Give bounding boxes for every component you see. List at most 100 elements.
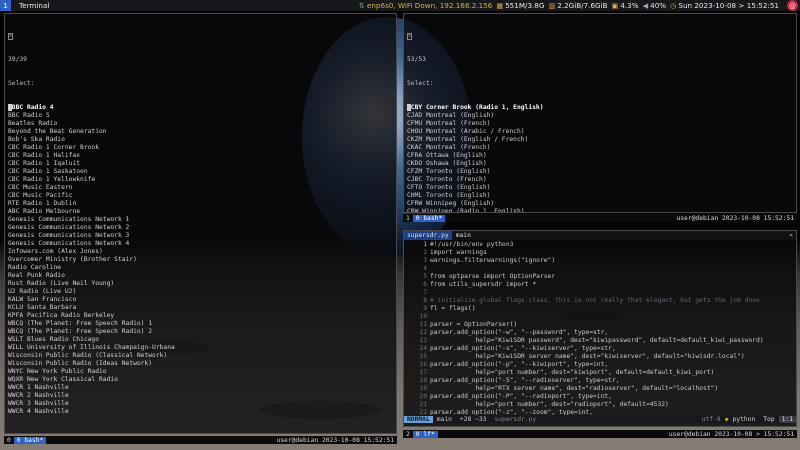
- station-list-item[interactable]: CKAC Montreal (French): [407, 144, 793, 152]
- tmux-window-tab[interactable]: 0 bash*: [13, 436, 47, 444]
- station-list-item[interactable]: CBC Radio 1 Yellowknife: [8, 176, 393, 184]
- code-line[interactable]: 14 parser.add_option("-s", "--kiwiserver"…: [404, 345, 796, 353]
- line-text: from optparse import OptionParser: [430, 273, 556, 280]
- station-list-item[interactable]: RTE Radio 1 Dublin: [8, 200, 393, 208]
- terminal-pane-right[interactable]: > 53/53 Select: CBY Corner Brook (Radio …: [403, 13, 797, 213]
- code-line[interactable]: 17 help="port number", dest="kiwiport", …: [404, 369, 796, 377]
- station-list-item[interactable]: U2 Radio (Live U2): [8, 288, 393, 296]
- station-list-item[interactable]: Beyond the Beat Generation: [8, 128, 393, 136]
- code-line[interactable]: 21 help="port number", dest="radioport",…: [404, 401, 796, 409]
- station-list-item[interactable]: CFTO Toronto (English): [407, 184, 793, 192]
- station-list-item[interactable]: Bob's Ska Radio: [8, 136, 393, 144]
- station-list-item[interactable]: CBW Winnipeg (Radio 1, English): [407, 208, 793, 212]
- code-line[interactable]: 3 warnings.filterwarnings("ignore"): [404, 257, 796, 265]
- station-list-item[interactable]: BBC Radio 4: [8, 104, 393, 112]
- station-list-item[interactable]: CFMU Montreal (French): [407, 120, 793, 128]
- station-list-item[interactable]: CFRA Ottawa (English): [407, 152, 793, 160]
- station-list-item[interactable]: Wisconsin Public Radio (Ideas Network): [8, 360, 393, 368]
- station-list-item[interactable]: ABC Radio Melbourne: [8, 208, 393, 216]
- station-list-item[interactable]: Infowars.com (Alex Jones): [8, 248, 393, 256]
- station-list-item[interactable]: WWCR 1 Nashville: [8, 384, 393, 392]
- buffer-tab[interactable]: supersdr.py: [404, 231, 452, 240]
- station-list-item[interactable]: CBC Radio 1 Saskatoon: [8, 168, 393, 176]
- line-number: 17: [419, 369, 427, 376]
- code-line[interactable]: 13 help="KiwiSDR password", dest="kiwipa…: [404, 337, 796, 345]
- station-list-item[interactable]: Genesis Communications Network 1: [8, 216, 393, 224]
- station-list-item[interactable]: Genesis Communications Network 4: [8, 240, 393, 248]
- station-list-item[interactable]: CBC Radio 1 Corner Brook: [8, 144, 393, 152]
- station-list-item[interactable]: CBC Music Pacific: [8, 192, 393, 200]
- station-list-item[interactable]: Wisconsin Public Radio (Classical Networ…: [8, 352, 393, 360]
- code-line[interactable]: 8 # initialize global flags class, this i…: [404, 297, 796, 305]
- station-list-item[interactable]: Genesis Communications Network 2: [8, 224, 393, 232]
- station-list-item[interactable]: BBC Radio 5: [8, 112, 393, 120]
- code-line[interactable]: 19 help="RTX server name", dest="radiose…: [404, 385, 796, 393]
- code-line[interactable]: 2 import warnings: [404, 249, 796, 257]
- station-label: CKAC Montreal (French): [407, 144, 491, 151]
- station-list-item[interactable]: CKDO Oshawa (English): [407, 160, 793, 168]
- line-number: 8: [423, 297, 427, 304]
- station-list-item[interactable]: CFZM Toronto (English): [407, 168, 793, 176]
- station-list-item[interactable]: CJBC Toronto (French): [407, 176, 793, 184]
- close-icon[interactable]: ✕: [789, 232, 796, 239]
- station-list-item[interactable]: WSLT Blues Radio Chicago: [8, 336, 393, 344]
- code-line[interactable]: 10: [404, 313, 796, 321]
- station-list-item[interactable]: Radio Caroline: [8, 264, 393, 272]
- station-list-item[interactable]: WWCR 2 Nashville: [8, 392, 393, 400]
- station-list-item[interactable]: KALW San Francisco: [8, 296, 393, 304]
- line-number: 21: [419, 401, 427, 408]
- station-list-item[interactable]: WQXR New York Classical Radio: [8, 376, 393, 384]
- code-line[interactable]: 18 parser.add_option("-S", "--radioserver…: [404, 377, 796, 385]
- tmux-window-tab[interactable]: 0 bash*: [412, 214, 446, 222]
- volume-status[interactable]: ◀ 40%: [643, 1, 667, 10]
- code-line[interactable]: 6 from utils_supersdr import *: [404, 281, 796, 289]
- code-line[interactable]: 9 fl = flags(): [404, 305, 796, 313]
- station-list-item[interactable]: CBY Corner Brook (Radio 1, English): [407, 104, 793, 112]
- station-list-item[interactable]: WBCQ (The Planet: Free Speech Radio) 1: [8, 320, 393, 328]
- station-list: CBY Corner Brook (Radio 1, English) CJAD …: [407, 104, 793, 212]
- station-list-item[interactable]: CBC Music Eastern: [8, 184, 393, 192]
- station-list-item[interactable]: CHML Toronto (English): [407, 192, 793, 200]
- debian-logo-icon[interactable]: @: [787, 0, 798, 11]
- code-line[interactable]: 15 help="KiwiSDR server name", dest="kiw…: [404, 353, 796, 361]
- code-line[interactable]: 5 from optparse import OptionParser: [404, 273, 796, 281]
- station-list-item[interactable]: Genesis Communications Network 3: [8, 232, 393, 240]
- code-line[interactable]: 12 parser.add_option("-w", "--password", …: [404, 329, 796, 337]
- station-list-item[interactable]: CHOU Montreal (Arabic / French): [407, 128, 793, 136]
- prompt-line[interactable]: >: [407, 32, 793, 40]
- prompt-line[interactable]: >: [8, 32, 393, 40]
- select-prompt: Select:: [407, 80, 434, 87]
- tmux-window-tab[interactable]: 0 lf*: [412, 430, 438, 438]
- station-list-item[interactable]: WBCQ (The Planet: Free Speech Radio) 2: [8, 328, 393, 336]
- station-list-item[interactable]: CJAD Montreal (English): [407, 112, 793, 120]
- station-list-item[interactable]: Overcomer Ministry (Brother Stair): [8, 256, 393, 264]
- station-list-item[interactable]: CFRW Winnipeg (English): [407, 200, 793, 208]
- line-number: 11: [419, 321, 427, 328]
- code-line[interactable]: 4: [404, 265, 796, 273]
- code-line[interactable]: 16 parser.add_option("-p", "--kiwiport", …: [404, 361, 796, 369]
- station-list-item[interactable]: WNYC New York Public Radio: [8, 368, 393, 376]
- vim-editor-pane[interactable]: supersdr.py main ✕ 1 #!/usr/bin/env pytho…: [403, 230, 797, 427]
- station-list-item[interactable]: KPFA Pacifica Radio Berkeley: [8, 312, 393, 320]
- station-list-item[interactable]: CBC Radio 1 Iqaluit: [8, 160, 393, 168]
- station-list-item[interactable]: Beatles Radio: [8, 120, 393, 128]
- station-list-item[interactable]: Rust Radio (Live Neil Young): [8, 280, 393, 288]
- code-line[interactable]: 20 parser.add_option("-P", "--radioport",…: [404, 393, 796, 401]
- station-list-item[interactable]: WILL University of Illinois Champaign-Ur…: [8, 344, 393, 352]
- station-list-item[interactable]: CBC Radio 1 Halifax: [8, 152, 393, 160]
- code-line[interactable]: 7: [404, 289, 796, 297]
- tmux-host-clock: user@debian 2023-10-08 > 15:52:51: [668, 430, 794, 438]
- code-line[interactable]: 11 parser = OptionParser(): [404, 321, 796, 329]
- workspace-button[interactable]: 1: [0, 0, 11, 11]
- station-list-item[interactable]: WWCR 3 Nashville: [8, 400, 393, 408]
- station-list-item[interactable]: Real Punk Radio: [8, 272, 393, 280]
- station-list-item[interactable]: KCLU Santa Barbara: [8, 304, 393, 312]
- terminal-pane-left[interactable]: > 39/39 Select: BBC Radio 4 BBC Radio 5 Be…: [4, 13, 397, 434]
- git-branch-label: main: [455, 232, 471, 239]
- station-list-item[interactable]: WWCR 4 Nashville: [8, 408, 393, 416]
- tmux-session: 0: [7, 436, 11, 444]
- code-line[interactable]: 1 #!/usr/bin/env python3: [404, 241, 796, 249]
- station-label: CHML Toronto (English): [407, 192, 491, 199]
- code-area[interactable]: 1 #!/usr/bin/env python3 2 import warnings 3…: [404, 241, 796, 417]
- station-list-item[interactable]: CKZM Montreal (English / French): [407, 136, 793, 144]
